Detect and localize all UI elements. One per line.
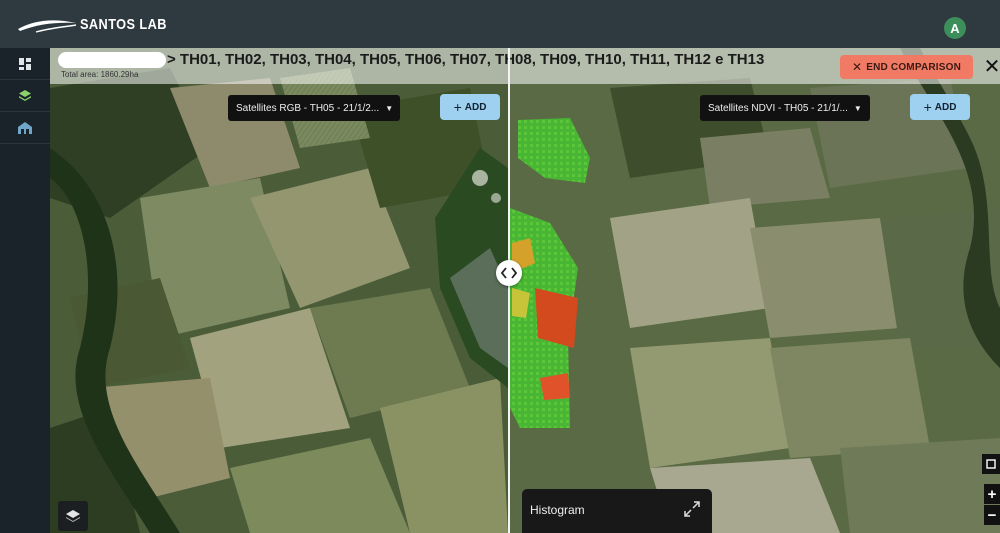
histogram-panel[interactable]: Histogram [522, 489, 712, 533]
stack-layers-icon [66, 510, 80, 522]
logo[interactable]: SANTOS LAB [16, 14, 182, 34]
close-icon: ✕ [851, 60, 863, 74]
top-bar: SANTOS LAB A [0, 0, 1000, 48]
histogram-label: Histogram [530, 503, 585, 517]
farm-icon [18, 121, 32, 134]
fullscreen-button[interactable] [982, 454, 1000, 474]
frame-icon [986, 459, 996, 469]
app-root: SANTOS LAB A > TH01, TH02, TH03, TH04, T… [0, 0, 1000, 533]
logo-swoosh-icon [18, 20, 77, 33]
right-layer-select[interactable]: Satellites NDVI - TH05 - 21/1/... ▼ [700, 95, 870, 121]
left-layer-select-value: Satellites RGB - TH05 - 21/1/2... [236, 102, 380, 114]
sidebar-item-dashboard[interactable] [0, 48, 50, 80]
area-title: > TH01, TH02, TH03, TH04, TH05, TH06, TH… [167, 51, 765, 68]
sidebar-item-layers[interactable] [0, 80, 50, 112]
left-add-label: ADD [464, 101, 487, 113]
sidebar [0, 48, 50, 533]
sidebar-item-farm[interactable] [0, 112, 50, 144]
right-layer-select-value: Satellites NDVI - TH05 - 21/1/... [708, 102, 848, 114]
right-add-button[interactable]: + ADD [910, 94, 970, 120]
logo-text: SANTOS LAB [80, 15, 167, 33]
end-comparison-label: END COMPARISON [866, 61, 962, 73]
plus-icon: + [923, 99, 932, 115]
right-add-label: ADD [934, 101, 957, 113]
area-name-redacted [58, 52, 166, 68]
swipe-divider[interactable] [508, 48, 510, 533]
left-add-button[interactable]: + ADD [440, 94, 500, 120]
zoom-out-button[interactable]: − [984, 505, 1000, 525]
plus-icon: + [453, 99, 462, 115]
expand-icon[interactable] [682, 499, 702, 519]
swap-arrows-icon [501, 267, 517, 279]
avatar[interactable]: A [944, 17, 966, 39]
comparison-title-bar: > TH01, TH02, TH03, TH04, TH05, TH06, TH… [50, 48, 1000, 84]
close-comparison-button[interactable]: ✕ [981, 55, 1000, 78]
dashboard-grid-icon [19, 57, 31, 70]
chevron-down-icon: ▼ [853, 103, 862, 113]
layers-icon [19, 89, 31, 101]
chevron-down-icon: ▼ [385, 103, 394, 113]
zoom-in-button[interactable]: + [984, 484, 1000, 504]
end-comparison-button[interactable]: ✕ END COMPARISON [840, 55, 973, 79]
total-area: Total area: 1860.29ha [61, 70, 139, 79]
left-layer-select[interactable]: Satellites RGB - TH05 - 21/1/2... ▼ [228, 95, 400, 121]
swipe-handle[interactable] [496, 260, 522, 286]
basemap-toggle-button[interactable] [58, 501, 88, 531]
